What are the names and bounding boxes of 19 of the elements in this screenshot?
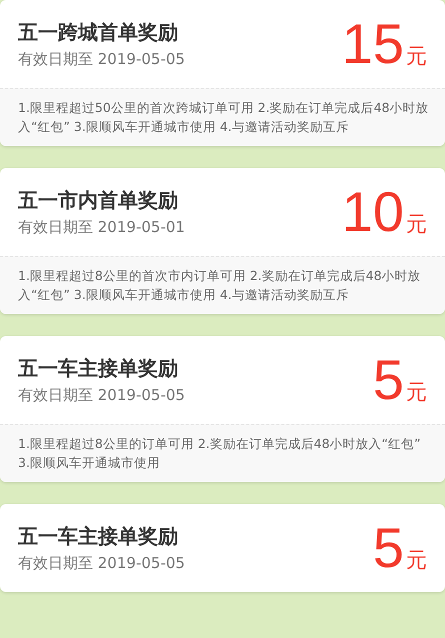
currency-unit: 元 [406,211,427,238]
coupon-title: 五一跨城首单奖励 [18,18,179,44]
validity-date: 有效日期至 2019-05-01 [18,216,185,238]
reward-amount: 10 [342,182,404,242]
reward-amount: 15 [342,14,404,74]
currency-unit: 元 [406,379,427,406]
validity-date: 有效日期至 2019-05-05 [18,48,185,70]
validity-date: 有效日期至 2019-05-05 [18,384,185,406]
coupon-title: 五一车主接单奖励 [18,354,179,380]
coupon-title: 五一车主接单奖励 [18,522,179,548]
rules-text: 1.限里程超过8公里的首次市内订单可用 2.奖励在订单完成后48小时放入“红包” 3.限顺风车开通城市使用 4.与邀请活动奖励互斥 [0,256,445,314]
reward-amount: 5 [372,350,404,410]
reward-amount: 5 [372,518,404,578]
rules-text: 1.限里程超过50公里的首次跨城订单可用 2.奖励在订单完成后48小时放入“红包” 3.限顺风车开通城市使用 4.与邀请活动奖励互斥 [0,88,445,146]
validity-date: 有效日期至 2019-05-05 [18,552,185,574]
coupon-title: 五一市内首单奖励 [18,186,179,212]
rules-text: 1.限里程超过8公里的订单可用 2.奖励在订单完成后48小时放入“红包” 3.限顺风车开通城市使用 [0,424,445,482]
currency-unit: 元 [406,43,427,70]
currency-unit: 元 [406,547,427,574]
